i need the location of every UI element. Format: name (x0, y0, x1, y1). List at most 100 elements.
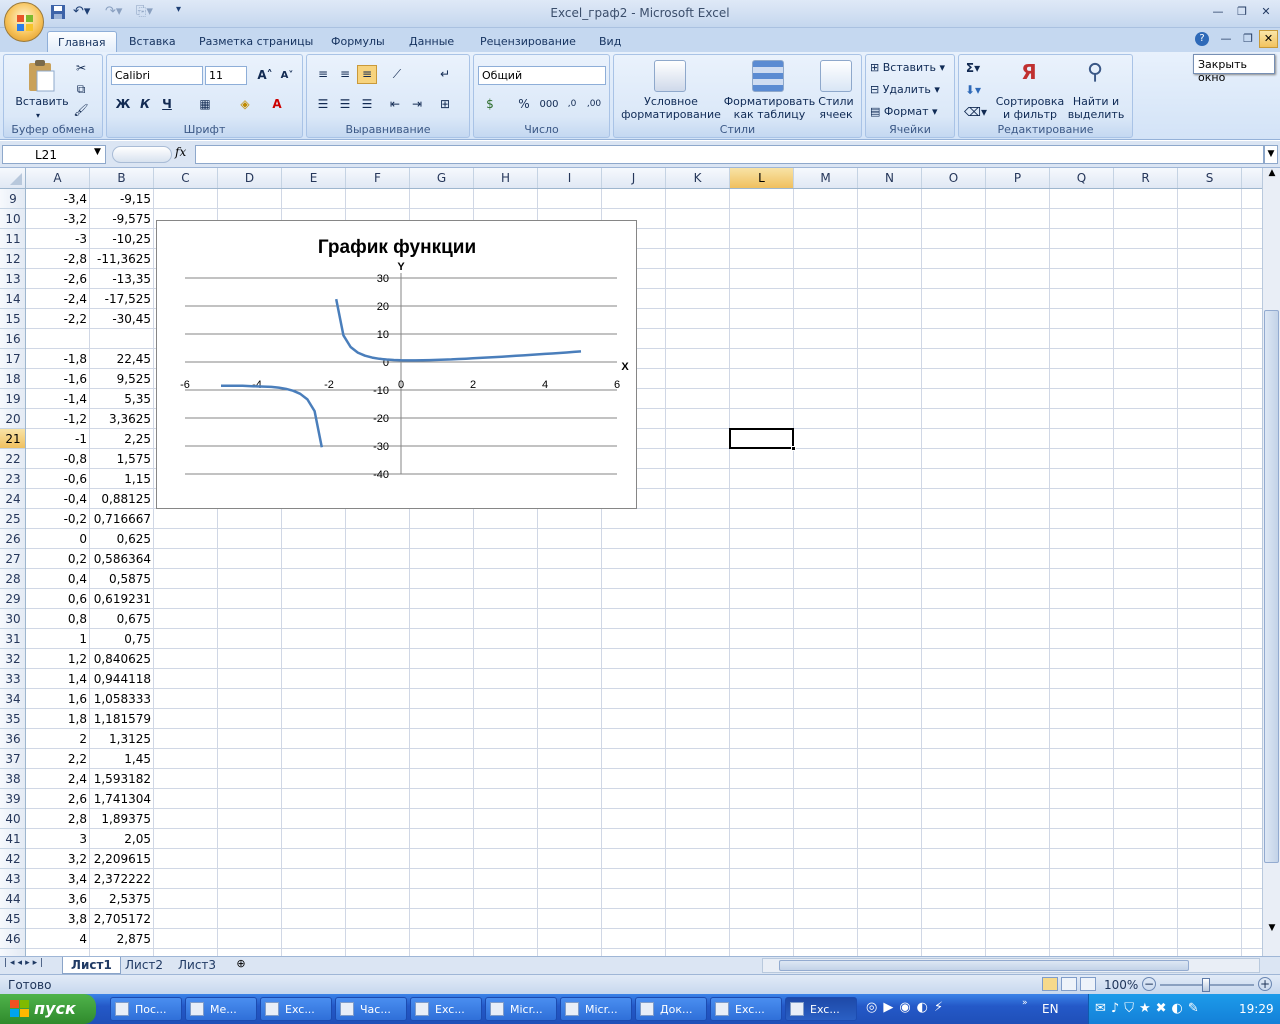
zoom-slider-thumb[interactable] (1202, 978, 1210, 992)
row-header[interactable]: 45 (0, 909, 25, 929)
cell-b[interactable]: 5,35 (90, 389, 154, 409)
format-cells-button[interactable]: ▤ Формат ▾ (870, 105, 938, 118)
cell-b[interactable]: 2,05 (90, 829, 154, 849)
cut-icon[interactable]: ✂ (71, 59, 91, 78)
thousands-button[interactable]: 000 (536, 95, 562, 114)
cell-b[interactable]: 0,88125 (90, 489, 154, 509)
cell-b[interactable]: 3,3625 (90, 409, 154, 429)
shrink-font-icon[interactable]: A˅ (277, 66, 297, 85)
taskbar-item[interactable]: Час... (335, 997, 407, 1021)
taskbar-item[interactable]: Док... (635, 997, 707, 1021)
row-header[interactable]: 46 (0, 929, 25, 949)
restore-icon[interactable]: ❐ (1231, 5, 1253, 21)
taskbar-item[interactable]: Micr... (485, 997, 557, 1021)
insert-sheet-icon[interactable]: ⊕ (232, 957, 250, 973)
cell-a[interactable]: -3 (26, 229, 90, 249)
cell-styles-icon[interactable] (820, 60, 852, 92)
sheet-tab-3[interactable]: Лист3 (170, 957, 224, 974)
cell-b[interactable]: -9,15 (90, 189, 154, 209)
cell-a[interactable]: 0,8 (26, 609, 90, 629)
merge-cells-icon[interactable]: ⊞ (435, 95, 455, 114)
row-header[interactable]: 20 (0, 409, 25, 429)
column-header[interactable]: I (538, 168, 602, 188)
column-header[interactable]: H (474, 168, 538, 188)
taskbar-item[interactable]: Exc... (710, 997, 782, 1021)
cell-a[interactable]: -0,6 (26, 469, 90, 489)
cell-a[interactable]: 2,6 (26, 789, 90, 809)
orientation-icon[interactable]: ⟋ (387, 65, 407, 84)
scroll-up-icon[interactable]: ▲ (1265, 168, 1279, 182)
hscroll-thumb[interactable] (779, 960, 1189, 971)
vertical-scrollbar[interactable]: ▲ ▼ (1262, 168, 1280, 956)
cell-b[interactable]: 1,593182 (90, 769, 154, 789)
column-header[interactable]: O (922, 168, 986, 188)
scroll-down-icon[interactable]: ▼ (1265, 923, 1279, 937)
cell-b[interactable]: -13,35 (90, 269, 154, 289)
font-name-box[interactable]: Calibri (111, 66, 203, 85)
tab-insert[interactable]: Вставка (119, 31, 186, 53)
cell-a[interactable]: 4 (26, 929, 90, 949)
cell-a[interactable]: -2,2 (26, 309, 90, 329)
cell-b[interactable]: 1,15 (90, 469, 154, 489)
grow-font-icon[interactable]: A˄ (255, 66, 275, 85)
cell-b[interactable]: 0,75 (90, 629, 154, 649)
tab-review[interactable]: Рецензирование (470, 31, 586, 53)
wrap-text-icon[interactable]: ↵ (435, 65, 455, 84)
format-as-table-icon[interactable] (752, 60, 784, 92)
cell-b[interactable]: 1,45 (90, 749, 154, 769)
page-break-view-icon[interactable] (1080, 977, 1096, 991)
cell-a[interactable]: 3,8 (26, 909, 90, 929)
decrease-indent-icon[interactable]: ⇤ (385, 95, 405, 114)
row-header[interactable]: 36 (0, 729, 25, 749)
doc-close-icon[interactable]: ✕ (1259, 30, 1278, 48)
align-bottom-icon[interactable]: ≡ (357, 65, 377, 84)
fill-handle[interactable] (791, 446, 796, 451)
formula-input[interactable] (195, 145, 1264, 164)
cell-b[interactable]: 22,45 (90, 349, 154, 369)
column-header[interactable]: P (986, 168, 1050, 188)
sheet-nav-icons[interactable]: |◂◂▸▸| (4, 958, 46, 968)
cell-a[interactable]: -1,4 (26, 389, 90, 409)
row-header[interactable]: 42 (0, 849, 25, 869)
row-header[interactable]: 41 (0, 829, 25, 849)
percent-button[interactable]: % (514, 95, 534, 114)
cell-a[interactable]: -0,4 (26, 489, 90, 509)
column-header[interactable]: G (410, 168, 474, 188)
cell-a[interactable]: -0,2 (26, 509, 90, 529)
horizontal-scrollbar[interactable] (762, 958, 1260, 973)
row-header[interactable]: 19 (0, 389, 25, 409)
italic-button[interactable]: К (135, 95, 155, 114)
taskbar-item[interactable]: Пос... (110, 997, 182, 1021)
cell-b[interactable]: 0,625 (90, 529, 154, 549)
cell-b[interactable]: 1,3125 (90, 729, 154, 749)
underline-button[interactable]: Ч (157, 95, 177, 114)
row-header[interactable]: 21 (0, 429, 25, 449)
cell-a[interactable]: -2,6 (26, 269, 90, 289)
fill-color-icon[interactable]: ◈ (235, 95, 255, 114)
column-header[interactable]: J (602, 168, 666, 188)
borders-icon[interactable]: ▦ (195, 95, 215, 114)
row-header[interactable]: 25 (0, 509, 25, 529)
tab-page-layout[interactable]: Разметка страницы (189, 31, 323, 53)
cell-a[interactable]: 2,8 (26, 809, 90, 829)
cell-b[interactable]: 2,25 (90, 429, 154, 449)
align-left-icon[interactable]: ☰ (313, 95, 333, 114)
conditional-format-icon[interactable] (654, 60, 686, 92)
bold-button[interactable]: Ж (113, 95, 133, 114)
tab-data[interactable]: Данные (399, 31, 464, 53)
cell-a[interactable] (26, 329, 90, 349)
cell-b[interactable]: -10,25 (90, 229, 154, 249)
cell-b[interactable]: 0,944118 (90, 669, 154, 689)
cell-styles-button[interactable]: Стили ячеек (814, 95, 858, 121)
row-header[interactable]: 35 (0, 709, 25, 729)
scroll-thumb[interactable] (1264, 310, 1279, 863)
align-middle-icon[interactable]: ≡ (335, 65, 355, 84)
select-all-corner[interactable] (0, 168, 26, 188)
cell-a[interactable]: -2,4 (26, 289, 90, 309)
tray-icons[interactable]: ✉♪⛉★✖◐✎ (1095, 1001, 1204, 1016)
cell-b[interactable]: 0,716667 (90, 509, 154, 529)
font-color-icon[interactable]: A (267, 95, 287, 114)
row-header[interactable]: 33 (0, 669, 25, 689)
align-right-icon[interactable]: ☰ (357, 95, 377, 114)
cell-a[interactable]: 0 (26, 529, 90, 549)
